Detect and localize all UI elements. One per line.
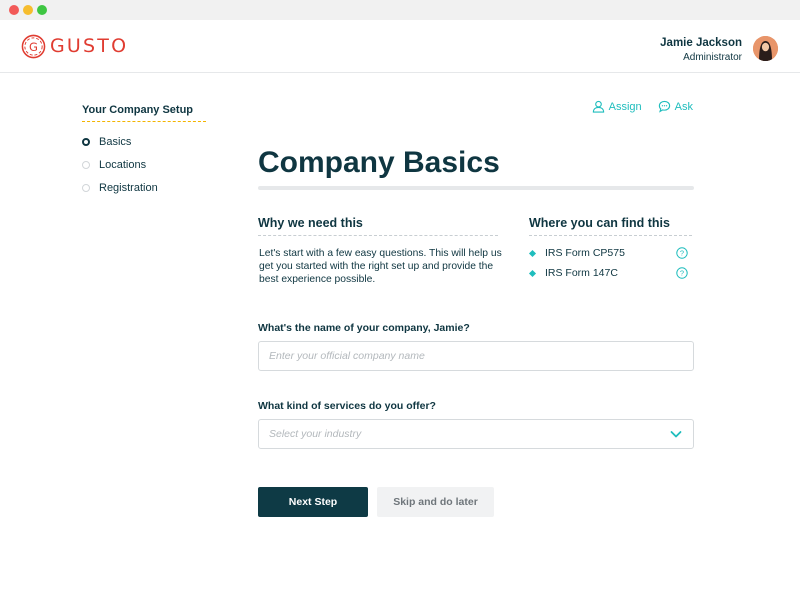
bullet-icon bbox=[528, 249, 537, 257]
window-titlebar bbox=[0, 0, 800, 20]
sidebar-item-locations[interactable]: Locations bbox=[82, 159, 146, 171]
ask-label: Ask bbox=[674, 100, 693, 113]
why-description: Let's start with a few easy questions. T… bbox=[259, 248, 502, 285]
gusto-logo-icon: G bbox=[21, 34, 46, 58]
industry-select[interactable]: Select your industry bbox=[258, 419, 694, 449]
close-window-button[interactable] bbox=[9, 5, 19, 15]
title-divider bbox=[258, 186, 694, 190]
sidebar-item-registration[interactable]: Registration bbox=[82, 182, 158, 194]
svg-text:?: ? bbox=[680, 269, 684, 278]
assign-button[interactable]: Assign bbox=[592, 100, 642, 113]
gusto-logo[interactable]: G GUSTO bbox=[21, 33, 128, 59]
chevron-down-icon bbox=[670, 431, 682, 438]
sidebar-title: Your Company Setup bbox=[82, 104, 206, 122]
page-title: Company Basics bbox=[258, 146, 500, 179]
find-heading: Where you can find this bbox=[529, 216, 692, 236]
user-name: Jamie Jackson bbox=[660, 37, 742, 49]
assign-label: Assign bbox=[608, 100, 642, 113]
find-item-147c: IRS Form 147C ? bbox=[528, 267, 688, 279]
find-item-label: IRS Form CP575 bbox=[545, 247, 625, 259]
industry-label: What kind of services do you offer? bbox=[258, 400, 436, 412]
step-active-icon bbox=[82, 138, 90, 146]
industry-placeholder: Select your industry bbox=[269, 428, 362, 440]
question-circle-icon[interactable]: ? bbox=[676, 247, 688, 259]
why-heading: Why we need this bbox=[258, 216, 498, 236]
sidebar-item-label: Registration bbox=[99, 182, 158, 194]
user-info[interactable]: Jamie Jackson Administrator bbox=[660, 37, 742, 64]
svg-text:G: G bbox=[29, 39, 38, 53]
sidebar-item-basics[interactable]: Basics bbox=[82, 136, 131, 148]
app-header: G GUSTO Jamie Jackson Administrator bbox=[0, 20, 800, 73]
top-actions: Assign Ask bbox=[592, 100, 693, 113]
brand-name: GUSTO bbox=[50, 35, 129, 57]
question-circle-icon[interactable]: ? bbox=[676, 267, 688, 279]
ask-button[interactable]: Ask bbox=[658, 100, 693, 113]
user-avatar-icon bbox=[753, 36, 778, 61]
bullet-icon bbox=[528, 269, 537, 277]
next-step-button[interactable]: Next Step bbox=[258, 487, 368, 517]
minimize-window-button[interactable] bbox=[23, 5, 33, 15]
user-icon bbox=[592, 100, 604, 113]
avatar[interactable] bbox=[753, 36, 778, 61]
sidebar-item-label: Basics bbox=[99, 136, 132, 148]
company-name-input[interactable] bbox=[258, 341, 694, 371]
skip-button[interactable]: Skip and do later bbox=[377, 487, 494, 517]
chat-bubble-icon bbox=[658, 100, 670, 113]
setup-sidebar: Your Company Setup Basics Locations Regi… bbox=[82, 104, 206, 194]
svg-text:?: ? bbox=[680, 249, 684, 258]
find-item-cp575: IRS Form CP575 ? bbox=[528, 247, 688, 259]
find-item-label: IRS Form 147C bbox=[545, 267, 618, 279]
step-pending-icon bbox=[82, 184, 90, 192]
user-role: Administrator bbox=[683, 52, 742, 63]
sidebar-item-label: Locations bbox=[99, 159, 147, 171]
company-name-label: What's the name of your company, Jamie? bbox=[258, 322, 470, 334]
step-pending-icon bbox=[82, 161, 90, 169]
maximize-window-button[interactable] bbox=[37, 5, 47, 15]
